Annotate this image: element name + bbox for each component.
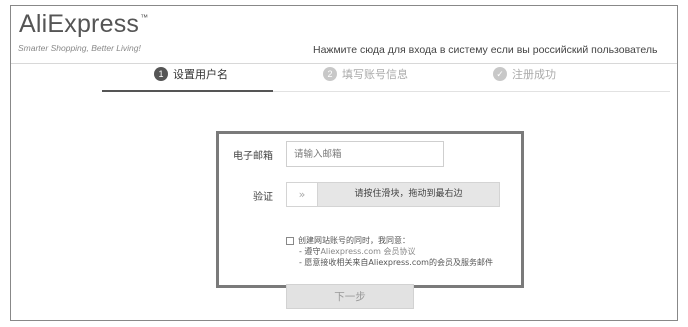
checkmark-icon: ✓: [493, 67, 507, 81]
agree-text: 创建网站账号的同时，我同意：: [298, 236, 410, 245]
tagline: Smarter Shopping, Better Living!: [18, 43, 141, 53]
registration-steps: 1 设置用户名 2 填写账号信息 ✓ 注册成功: [0, 66, 688, 92]
russian-login-link[interactable]: Нажмите сюда для входа в систему если вы…: [313, 44, 657, 56]
logo-text: AliExpress: [19, 10, 140, 38]
step-2-label: 填写账号信息: [342, 68, 408, 81]
step-registration-success: ✓ 注册成功: [493, 66, 556, 82]
header-divider: [11, 63, 677, 64]
agree-checkbox[interactable]: [286, 236, 294, 245]
email-label: 电子邮箱: [233, 151, 273, 162]
verify-label: 验证: [253, 192, 273, 203]
aliexpress-logo[interactable]: AliExpress™: [19, 10, 148, 39]
slider-instruction: 请按住滑块，拖动到最右边: [354, 189, 463, 199]
slide-verification[interactable]: » 请按住滑块，拖动到最右边: [286, 182, 500, 207]
step-3-label: 注册成功: [512, 68, 556, 81]
active-step-underline: [102, 90, 273, 92]
agree-item-1: - 遵守Aliexpress.com 会员协议: [299, 246, 493, 257]
step-2-number-icon: 2: [323, 67, 337, 81]
next-step-button[interactable]: 下一步: [286, 284, 414, 309]
member-agreement-link[interactable]: Aliexpress.com 会员协议: [320, 247, 415, 256]
step-1-number-icon: 1: [154, 67, 168, 81]
logo-trademark: ™: [140, 13, 149, 22]
step-account-info: 2 填写账号信息: [323, 66, 408, 82]
agreement-block: 创建网站账号的同时，我同意： - 遵守Aliexpress.com 会员协议 -…: [286, 235, 493, 268]
step-set-username: 1 设置用户名: [154, 66, 228, 82]
agree-item-2: - 愿意接收相关来自Aliexpress.com的会员及服务邮件: [299, 258, 493, 267]
step-1-label: 设置用户名: [173, 68, 228, 81]
email-input[interactable]: [286, 141, 444, 167]
slider-handle[interactable]: »: [287, 183, 318, 206]
agree-item-1-prefix: - 遵守: [299, 247, 321, 256]
double-chevron-right-icon: »: [298, 188, 306, 201]
